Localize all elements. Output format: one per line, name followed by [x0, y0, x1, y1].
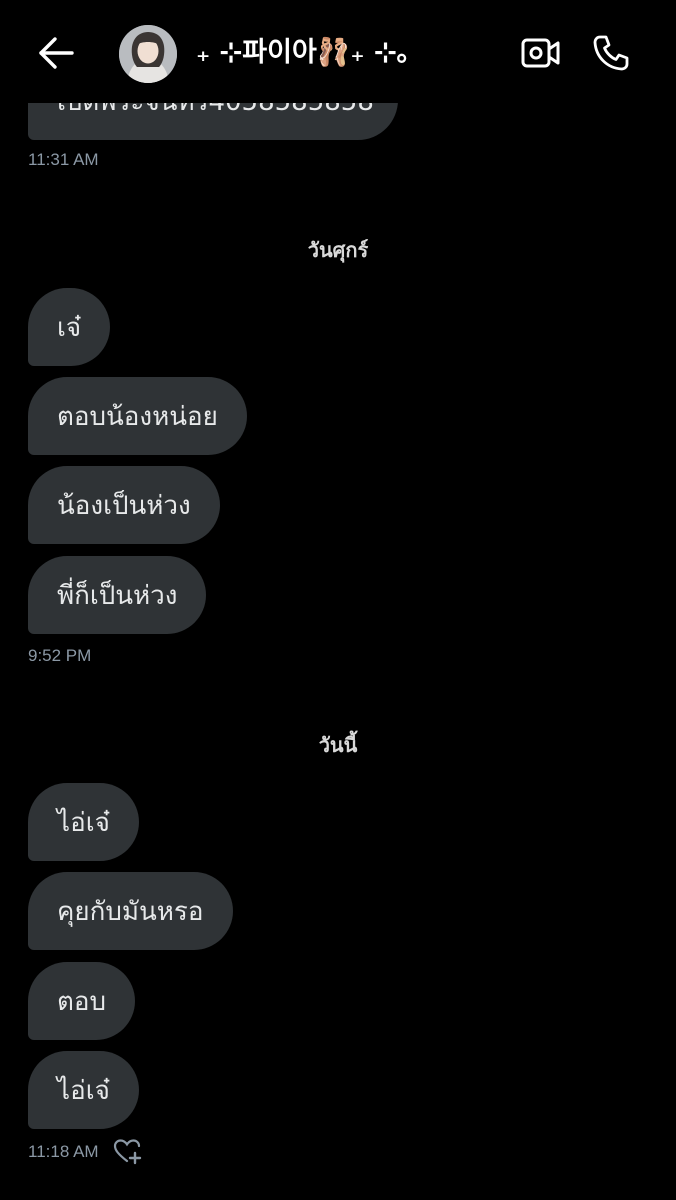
message-text: เจ๋ — [57, 312, 82, 343]
message-bubble[interactable]: พี่ก็เป็นห่วง — [28, 556, 207, 634]
contact-avatar[interactable] — [119, 25, 177, 83]
message-bubble[interactable]: ตอบน้องหน่อย — [28, 377, 247, 455]
message-text: ตอบน้องหน่อย — [57, 401, 218, 432]
contact-name[interactable]: ₊ ⊹파이아🩰₊ ⊹｡ — [196, 30, 410, 69]
timestamp-text: 11:18 AM — [28, 1142, 99, 1161]
message-text: ไอ่เจ๋ — [57, 807, 110, 838]
message-bubble[interactable]: ไอ่เจ๋ — [28, 1051, 139, 1129]
message-bubble[interactable]: น้องเป็นห่วง — [28, 466, 220, 544]
message-bubble[interactable]: ไอ่เจ๋ — [28, 783, 139, 861]
message-timestamp: 11:18 AM — [28, 1139, 143, 1165]
message-text: น้องเป็นห่วง — [57, 490, 191, 521]
message-text: คุยกับมันหรอ — [57, 896, 204, 927]
conversation-header: ₊ ⊹파이아🩰₊ ⊹｡ — [0, 0, 676, 103]
timestamp-text: 11:31 AM — [28, 150, 99, 169]
phone-icon[interactable] — [592, 34, 630, 72]
message-bubble[interactable]: ตอบ — [28, 962, 136, 1040]
day-separator: วันนี้ — [318, 733, 358, 757]
day-separator: วันศุกร์ — [307, 238, 369, 262]
message-text: ตอบ — [57, 986, 107, 1017]
message-bubble[interactable]: คุยกับมันหรอ — [28, 872, 233, 950]
message-timestamp: 9:52 PM — [28, 646, 91, 666]
message-timestamp: 11:31 AM — [28, 150, 99, 170]
back-arrow-icon[interactable] — [38, 36, 76, 70]
conversation-view: เบิดพระจันทร์4058585858 11:31 AM วันศุกร… — [0, 0, 676, 1200]
message-bubble[interactable]: เจ๋ — [28, 288, 111, 366]
message-text: พี่ก็เป็นห่วง — [57, 580, 178, 611]
heart-plus-icon[interactable] — [113, 1139, 143, 1165]
timestamp-text: 9:52 PM — [28, 646, 92, 665]
video-camera-icon[interactable] — [521, 36, 561, 70]
message-text: ไอ่เจ๋ — [57, 1075, 110, 1106]
